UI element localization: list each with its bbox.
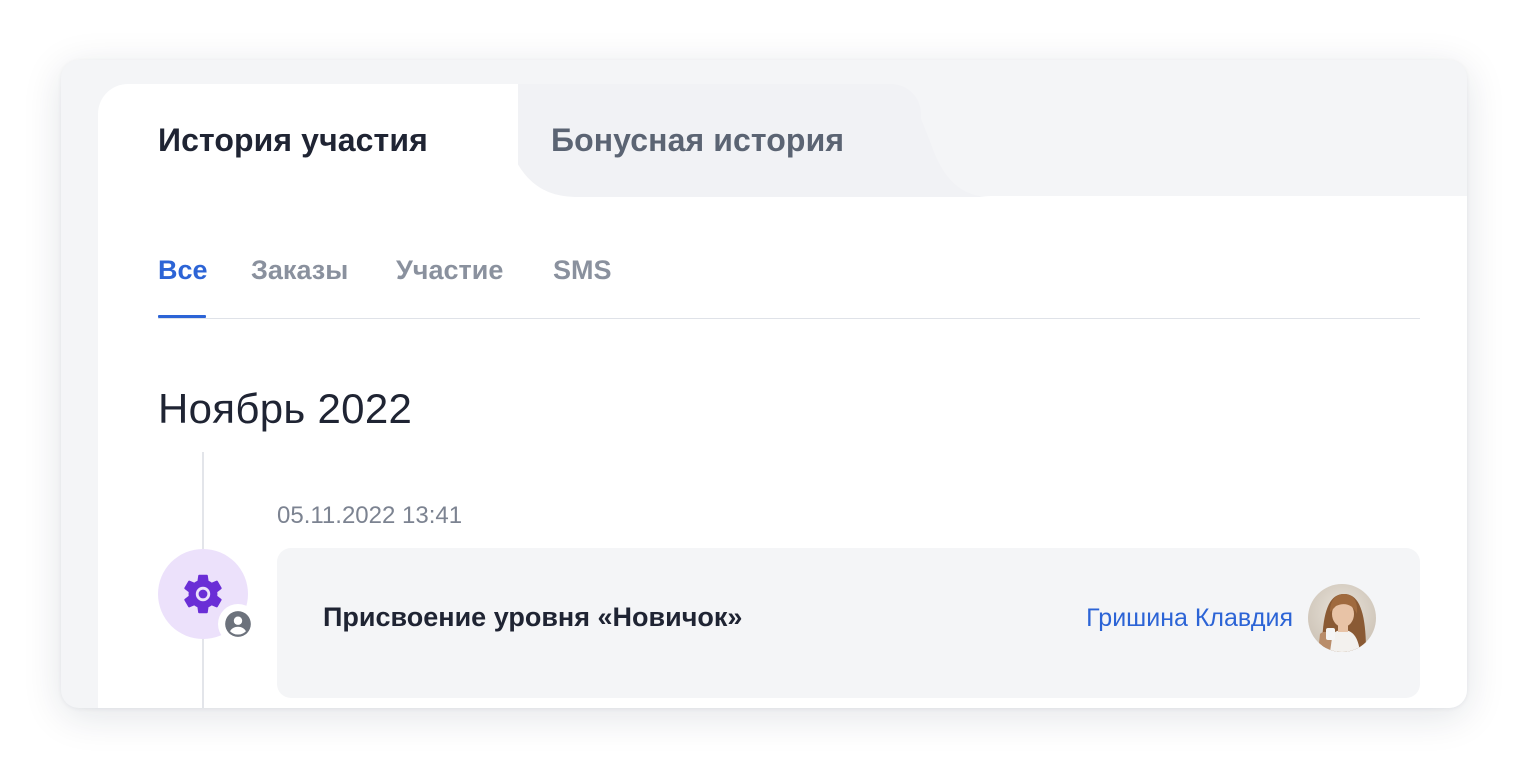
filter-tab-all[interactable]: Все (158, 253, 208, 318)
avatar[interactable] (1308, 584, 1376, 652)
history-panel: Бонусная история История участия Все Зак… (61, 60, 1467, 708)
gear-icon (184, 574, 222, 614)
event-author-link[interactable]: Гришина Клавдия (1086, 604, 1293, 633)
tab-curve (851, 84, 991, 197)
event-title: Присвоение уровня «Новичок» (323, 602, 743, 632)
user-circle-icon (225, 611, 251, 637)
month-heading: Ноябрь 2022 (158, 385, 413, 432)
filter-tab-orders[interactable]: Заказы (251, 253, 348, 315)
event-source-badge (218, 604, 258, 644)
tab-participation-history-label: История участия (158, 122, 428, 158)
filter-tab-sms[interactable]: SMS (553, 253, 612, 315)
filter-tab-participation[interactable]: Участие (396, 253, 503, 315)
filter-tabs: Все Заказы Участие SMS (158, 253, 1420, 319)
tab-curve (438, 84, 578, 197)
tab-participation-history[interactable]: История участия (98, 84, 578, 197)
tab-bonus-history-label: Бонусная история (551, 122, 845, 158)
avatar-photo (1308, 584, 1376, 652)
event-timestamp: 05.11.2022 13:41 (277, 502, 463, 529)
event-card[interactable]: Присвоение уровня «Новичок» Гришина Клав… (277, 548, 1420, 698)
